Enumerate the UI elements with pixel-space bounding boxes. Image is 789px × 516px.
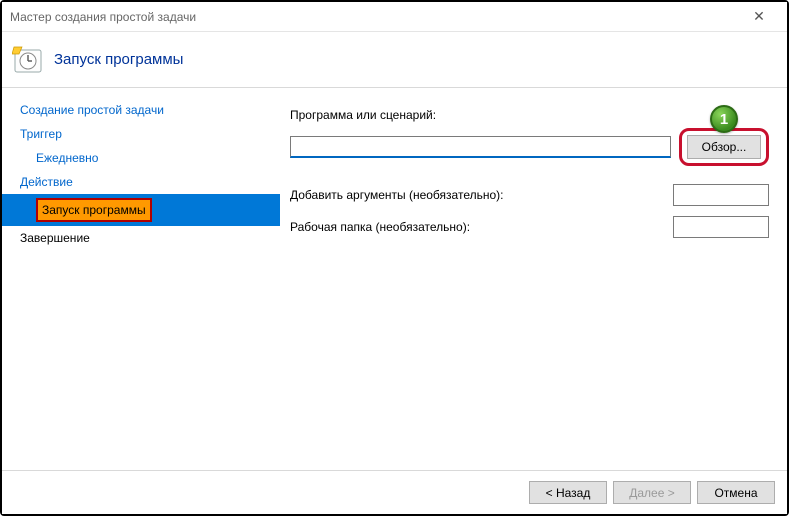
wizard-footer: < Назад Далее > Отмена: [2, 470, 787, 514]
cancel-button[interactable]: Отмена: [697, 481, 775, 504]
arguments-input[interactable]: [673, 184, 769, 206]
sidebar-item-label: Запуск программы: [36, 198, 152, 222]
wizard-sidebar: Создание простой задачи Триггер Ежедневн…: [2, 88, 280, 470]
browse-highlight: 1 Обзор...: [679, 128, 769, 166]
program-label: Программа или сценарий:: [290, 108, 769, 122]
close-button[interactable]: ✕: [739, 3, 779, 31]
wizard-header: Запуск программы: [2, 32, 787, 88]
wizard-body: Создание простой задачи Триггер Ежедневн…: [2, 88, 787, 470]
workdir-input[interactable]: [673, 216, 769, 238]
back-button[interactable]: < Назад: [529, 481, 607, 504]
workdir-label: Рабочая папка (необязательно):: [290, 220, 470, 234]
sidebar-item-create-task[interactable]: Создание простой задачи: [2, 98, 280, 122]
titlebar: Мастер создания простой задачи ✕: [2, 2, 787, 32]
annotation-badge-1: 1: [710, 105, 738, 133]
program-field-group: Программа или сценарий:: [290, 108, 769, 122]
sidebar-item-daily[interactable]: Ежедневно: [2, 146, 280, 170]
program-path-input[interactable]: [290, 136, 671, 158]
window-title: Мастер создания простой задачи: [10, 10, 739, 24]
page-title: Запуск программы: [54, 51, 183, 68]
arguments-label: Добавить аргументы (необязательно):: [290, 188, 503, 202]
task-clock-icon: [12, 44, 44, 76]
workdir-field-group: Рабочая папка (необязательно):: [290, 216, 769, 238]
wizard-main: Программа или сценарий: 1 Обзор... Добав…: [280, 88, 787, 470]
arguments-field-group: Добавить аргументы (необязательно):: [290, 184, 769, 206]
wizard-window: Мастер создания простой задачи ✕ Запуск …: [2, 2, 787, 514]
sidebar-item-finish[interactable]: Завершение: [2, 226, 280, 250]
browse-button[interactable]: Обзор...: [687, 135, 761, 159]
next-button: Далее >: [613, 481, 691, 504]
sidebar-item-start-program[interactable]: Запуск программы: [2, 194, 280, 226]
sidebar-item-trigger[interactable]: Триггер: [2, 122, 280, 146]
sidebar-item-action[interactable]: Действие: [2, 170, 280, 194]
